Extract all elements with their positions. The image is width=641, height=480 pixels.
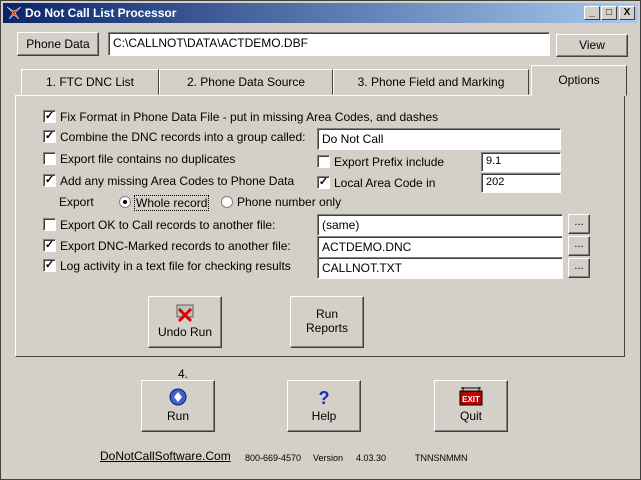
export-ok-checkbox[interactable]	[43, 218, 56, 231]
run-button[interactable]: Run	[141, 380, 215, 432]
exit-sign-icon: EXIT	[459, 387, 483, 406]
tab-phone-data-source[interactable]: 2. Phone Data Source	[159, 69, 333, 95]
registration-code: TNNSNMMN	[415, 453, 468, 463]
help-button[interactable]: ? Help	[287, 380, 361, 432]
export-dnc-label: Export DNC-Marked records to another fil…	[60, 239, 291, 253]
phone-only-label: Phone number only	[237, 195, 342, 209]
phone-data-button[interactable]: Phone Data	[17, 32, 99, 56]
run-reports-label-1: Run	[315, 307, 338, 321]
no-duplicates-checkbox[interactable]	[43, 152, 56, 165]
export-dnc-field[interactable]: ACTDEMO.DNC	[317, 236, 563, 258]
run-reports-button[interactable]: Run Reports	[290, 296, 364, 348]
combine-checkbox[interactable]: ✓	[43, 130, 56, 143]
export-mode-label: Export	[59, 195, 94, 209]
fix-format-label: Fix Format in Phone Data File - put in m…	[60, 110, 439, 124]
run-icon	[169, 388, 187, 406]
export-ok-browse-button[interactable]: ...	[568, 214, 590, 234]
whole-record-radio[interactable]	[119, 196, 131, 208]
undo-run-button[interactable]: Undo Run	[148, 296, 222, 348]
main-window: Do Not Call List Processor _ □ X Phone D…	[0, 0, 641, 480]
version-label: Version	[313, 453, 344, 463]
help-label: Help	[311, 409, 337, 423]
svg-text:EXIT: EXIT	[462, 395, 480, 404]
window-title: Do Not Call List Processor	[25, 6, 177, 20]
export-ok-label: Export OK to Call records to another fil…	[60, 218, 276, 232]
export-prefix-label: Export Prefix include	[334, 155, 445, 169]
website-link[interactable]: DoNotCallSoftware.Com	[100, 449, 231, 463]
export-dnc-browse-button[interactable]: ...	[568, 236, 590, 256]
fix-format-checkbox[interactable]: ✓	[43, 110, 56, 123]
file-path-field[interactable]: C:\CALLNOT\DATA\ACTDEMO.DBF	[108, 32, 550, 56]
run-label: Run	[166, 409, 189, 423]
svg-text:?: ?	[319, 388, 330, 407]
area-code-field[interactable]: 202	[481, 173, 561, 193]
run-reports-label-2: Reports	[305, 321, 349, 335]
help-icon: ?	[319, 388, 330, 407]
quit-button[interactable]: EXIT Quit	[434, 380, 508, 432]
group-name-field[interactable]: Do Not Call	[317, 128, 561, 150]
undo-run-label: Undo Run	[157, 325, 213, 339]
log-activity-label: Log activity in a text file for checking…	[60, 259, 291, 273]
tab-options[interactable]: Options	[531, 65, 627, 96]
whole-record-label: Whole record	[134, 195, 210, 211]
title-bar: Do Not Call List Processor _ □ X	[3, 3, 638, 23]
local-area-code-label: Local Area Code in	[334, 176, 436, 190]
add-area-codes-checkbox[interactable]: ✓	[43, 174, 56, 187]
quit-label: Quit	[459, 409, 482, 423]
minimize-button[interactable]: _	[584, 6, 600, 20]
maximize-button[interactable]: □	[601, 6, 617, 20]
export-prefix-checkbox[interactable]	[317, 155, 330, 168]
local-area-code-checkbox[interactable]: ✓	[317, 176, 330, 189]
export-ok-field[interactable]: (same)	[317, 214, 563, 236]
prefix-field[interactable]: 9.1	[481, 152, 561, 172]
combine-label: Combine the DNC records into a group cal…	[60, 130, 306, 144]
close-button[interactable]: X	[619, 6, 635, 20]
step-number: 4.	[178, 367, 189, 381]
phone-number: 800-669-4570	[245, 453, 302, 463]
version-number: 4.03.30	[356, 453, 387, 463]
export-dnc-checkbox[interactable]: ✓	[43, 239, 56, 252]
tab-phone-field-marking[interactable]: 3. Phone Field and Marking	[333, 69, 529, 95]
add-area-codes-label: Add any missing Area Codes to Phone Data	[60, 174, 295, 188]
log-file-browse-button[interactable]: ...	[568, 258, 590, 278]
log-file-field[interactable]: CALLNOT.TXT	[317, 257, 563, 279]
phone-only-radio[interactable]	[221, 196, 233, 208]
log-activity-checkbox[interactable]: ✓	[43, 259, 56, 272]
view-button[interactable]: View	[556, 34, 628, 57]
tab-ftc-dnc-list[interactable]: 1. FTC DNC List	[21, 69, 159, 95]
no-duplicates-label: Export file contains no duplicates	[60, 152, 236, 166]
app-icon	[6, 6, 22, 20]
undo-x-icon	[176, 304, 194, 323]
